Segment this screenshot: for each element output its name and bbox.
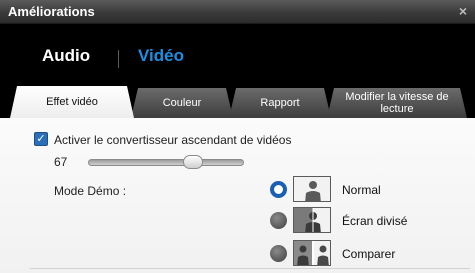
demo-split-label[interactable]: Écran divisé [342,214,407,228]
tab-color[interactable]: Couleur [131,88,233,118]
slider-value: 67 [54,155,68,169]
demo-compare-label[interactable]: Comparer [342,247,395,261]
demo-split-radio[interactable] [270,212,287,229]
tab-ratio[interactable]: Rapport [229,88,331,118]
panel-divider [30,268,470,269]
upconvert-label[interactable]: Activer le convertisseur ascendant de vi… [54,133,291,147]
tab-bar: Couleur Rapport Modifier la vitesse de l… [0,84,475,118]
demo-normal-label[interactable]: Normal [342,183,381,197]
tab-playback-speed[interactable]: Modifier la vitesse de lecture [327,88,467,118]
video-effect-panel: ✓ Activer le convertisseur ascendant de … [0,118,475,273]
mode-tab-bar: Audio Vidéo [0,24,475,84]
window-title: Améliorations [8,4,95,19]
demo-mode-label: Mode Démo : [54,184,127,198]
demo-normal-radio[interactable] [270,181,287,198]
mode-tab-audio[interactable]: Audio [42,46,90,66]
demo-compare-radio[interactable] [270,245,287,262]
upconvert-slider-track[interactable] [88,159,244,166]
person-split-icon[interactable] [293,207,331,233]
tab-video-effect[interactable]: Effet vidéo [10,86,134,118]
person-full-icon[interactable] [293,176,331,202]
enhancements-window: Améliorations × Audio Vidéo Couleur Rapp… [0,0,475,273]
person-compare-icon[interactable] [293,240,331,266]
mode-tab-video[interactable]: Vidéo [138,46,184,66]
upconvert-checkbox[interactable]: ✓ [34,132,48,146]
title-bar: Améliorations × [0,0,475,24]
close-icon[interactable]: × [459,3,467,19]
upconvert-slider-thumb[interactable] [182,155,203,169]
mode-separator [118,50,119,68]
